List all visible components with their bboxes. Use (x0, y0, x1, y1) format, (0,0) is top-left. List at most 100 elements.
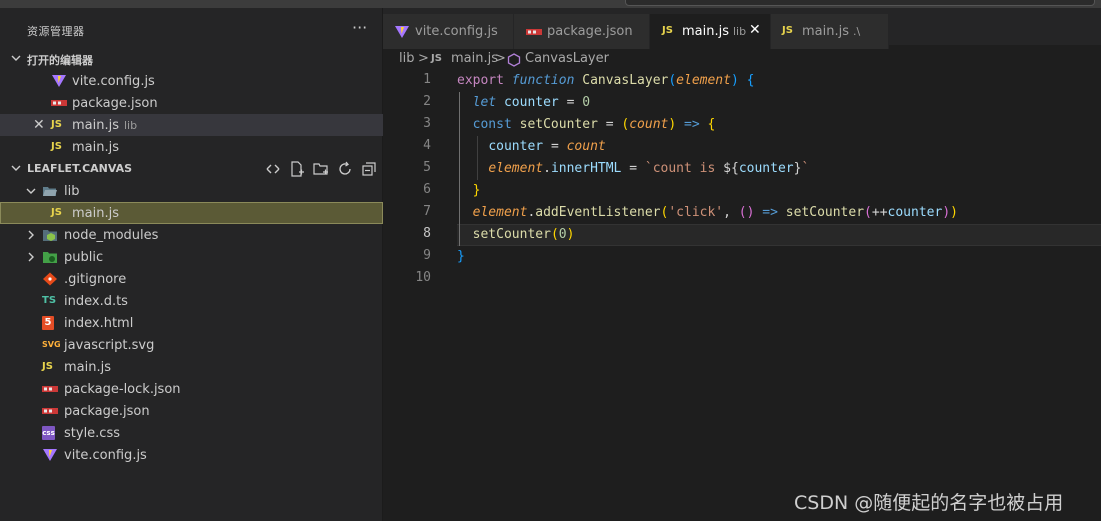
code-line: const setCounter = (count) => { (472, 117, 716, 132)
line-number: 4 (423, 138, 431, 153)
explorer-header: 资源管理器 ··· (0, 18, 383, 44)
npm-icon (42, 408, 58, 414)
tab-label: main.js .\ (802, 24, 861, 39)
symbol-class-icon (507, 53, 521, 67)
refresh-icon[interactable] (336, 160, 354, 178)
workspace-title: LEAFLET.CANVAS (27, 162, 133, 175)
tab-main-js-lib[interactable]: JS main.js lib ✕ (650, 14, 771, 49)
js-icon: JS (51, 207, 62, 218)
breadcrumb-folder[interactable]: lib (399, 51, 414, 66)
folder-open-icon (43, 187, 57, 196)
tree-folder-lib[interactable]: lib (0, 180, 383, 202)
more-actions-icon[interactable]: ··· (352, 18, 367, 37)
open-editor-item-main-js-lib[interactable]: ✕ JS main.js lib (0, 114, 383, 136)
collapse-folders-icon[interactable] (264, 160, 282, 178)
new-file-icon[interactable] (288, 160, 306, 178)
html-icon: 5 (42, 316, 54, 330)
tree-file-package-json[interactable]: package.json (0, 400, 383, 422)
tree-file-lib-main-js[interactable]: JS main.js (0, 202, 383, 224)
css-icon: css (42, 426, 55, 440)
open-editor-item-package-json[interactable]: package.json (0, 92, 383, 114)
tree-item-label: node_modules (64, 228, 159, 243)
js-icon: JS (431, 53, 442, 64)
tab-vite-config[interactable]: vite.config.js (383, 14, 514, 49)
js-icon: JS (662, 25, 673, 36)
editor-tabs: vite.config.js package.json JS main.js li… (383, 8, 1101, 49)
tree-item-label: .gitignore (64, 272, 127, 287)
code-line: } (472, 183, 481, 198)
line-number: 6 (423, 182, 431, 197)
open-editors-section-header[interactable]: 打开的编辑器 (0, 48, 383, 70)
breadcrumb-separator: > (495, 51, 506, 66)
vite-icon (43, 449, 57, 461)
tree-item-label: package.json (64, 404, 150, 419)
line-number: 9 (423, 248, 431, 263)
tree-file-gitignore[interactable]: .gitignore (0, 268, 383, 290)
line-number-current: 8 (423, 226, 431, 241)
vite-icon (52, 75, 66, 87)
tree-folder-public[interactable]: public (0, 246, 383, 268)
new-folder-icon[interactable] (312, 160, 330, 178)
breadcrumb: lib > JS main.js > CanvasLayer (383, 48, 1101, 70)
git-icon (43, 272, 57, 286)
public-folder-icon (43, 252, 57, 263)
breadcrumb-symbol[interactable]: CanvasLayer (525, 51, 609, 66)
open-editor-item-vite-config[interactable]: vite.config.js (0, 70, 383, 92)
line-number: 3 (423, 116, 431, 131)
tree-file-index-d-ts[interactable]: TS index.d.ts (0, 290, 383, 312)
tree-item-label: main.js (64, 360, 111, 375)
chevron-right-icon (28, 230, 34, 240)
tab-package-json[interactable]: package.json (514, 14, 650, 49)
command-center-search[interactable] (625, 0, 1095, 6)
explorer-title: 资源管理器 (27, 25, 85, 38)
js-icon: JS (51, 119, 62, 130)
npm-icon (51, 100, 67, 106)
code-line-current: setCounter(0) (472, 227, 575, 242)
npm-icon (526, 29, 542, 35)
tab-main-js-root[interactable]: JS main.js .\ (771, 14, 889, 49)
tab-label: vite.config.js (415, 24, 498, 39)
close-icon[interactable]: ✕ (33, 117, 45, 133)
workspace-section-header[interactable]: LEAFLET.CANVAS (0, 158, 383, 180)
tree-file-vite-config-js[interactable]: vite.config.js (0, 444, 383, 466)
code-line: element.innerHTML = `count is ${counter}… (488, 161, 810, 176)
collapse-all-icon[interactable] (360, 160, 378, 178)
open-editor-label: package.json (72, 96, 158, 111)
tree-item-label: package-lock.json (64, 382, 181, 397)
line-number: 10 (415, 270, 431, 285)
code-line: export function CanvasLayer(element) { (457, 73, 755, 88)
open-editor-label: main.js lib (72, 118, 138, 133)
line-number: 5 (423, 160, 431, 175)
node-folder-icon (43, 230, 57, 241)
tree-item-label: index.html (64, 316, 134, 331)
js-icon: JS (42, 361, 53, 372)
line-number: 1 (423, 72, 431, 87)
tree-folder-node-modules[interactable]: node_modules (0, 224, 383, 246)
tree-file-style-css[interactable]: css style.css (0, 422, 383, 444)
tree-file-main-js[interactable]: JS main.js (0, 356, 383, 378)
code-line: element.addEventListener('click', () => … (472, 205, 958, 220)
tree-file-package-lock-json[interactable]: package-lock.json (0, 378, 383, 400)
open-editor-item-main-js[interactable]: JS main.js (0, 136, 383, 158)
js-icon: JS (51, 141, 62, 152)
code-line: } (457, 249, 465, 264)
npm-icon (42, 386, 58, 392)
line-number: 7 (423, 204, 431, 219)
close-icon[interactable]: ✕ (749, 22, 761, 38)
tab-label: package.json (547, 24, 633, 39)
breadcrumb-file[interactable]: main.js (451, 51, 498, 66)
code-line: counter = count (488, 139, 606, 154)
tree-item-label: public (64, 250, 104, 265)
tree-file-index-html[interactable]: 5 index.html (0, 312, 383, 334)
tree-file-javascript-svg[interactable]: SVG javascript.svg (0, 334, 383, 356)
tree-item-label: javascript.svg (64, 338, 155, 353)
js-icon: JS (782, 25, 793, 36)
chevron-down-icon (11, 55, 21, 61)
tree-item-label: index.d.ts (64, 294, 128, 309)
vite-icon (395, 26, 409, 38)
open-editor-label: main.js (72, 140, 119, 155)
code-line: let counter = 0 (472, 95, 591, 110)
open-editors-title: 打开的编辑器 (27, 54, 93, 67)
breadcrumb-separator: > (418, 51, 429, 66)
code-editor[interactable]: 1 2 3 4 5 6 7 8 9 10 export function Can… (383, 70, 1101, 521)
